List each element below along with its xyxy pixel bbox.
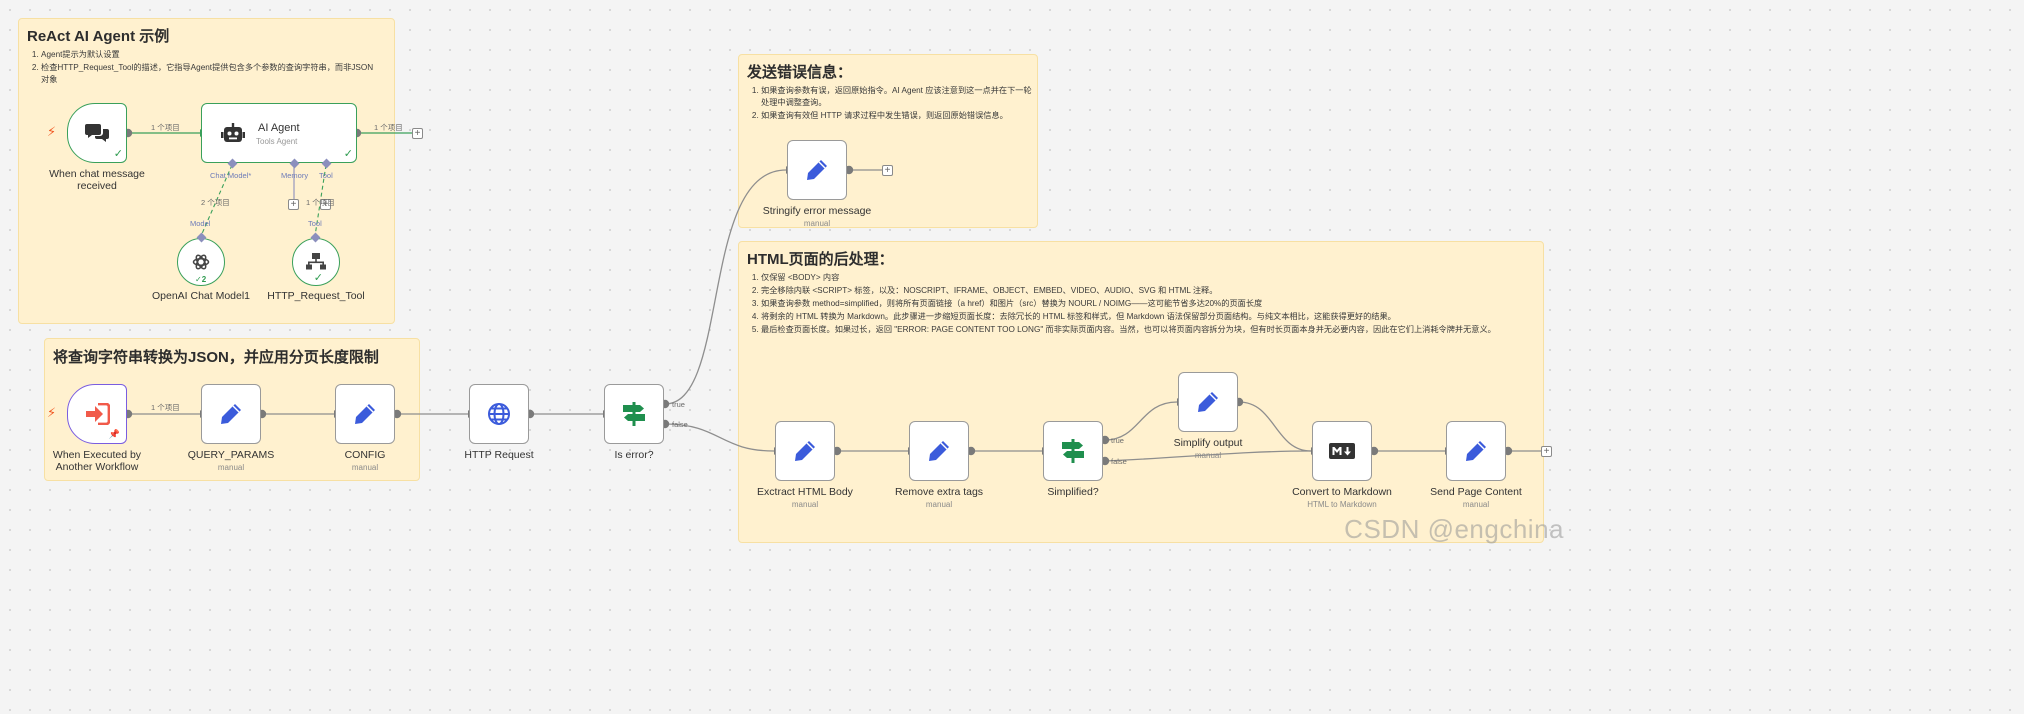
ai-agent-subtitle: Tools Agent xyxy=(256,137,298,146)
node-subtitle: manual xyxy=(351,463,379,472)
chat-bubbles-icon xyxy=(85,124,109,142)
success-count: 2 xyxy=(201,275,207,284)
success-check-icon: ✓ xyxy=(313,272,323,284)
true-output-label: true xyxy=(672,400,685,409)
node-label: CONFIG manual xyxy=(310,449,420,474)
node-label: Convert to Markdown HTML to Markdown xyxy=(1278,486,1406,511)
openai-logo-icon xyxy=(192,254,210,270)
node-title: QUERY_PARAMS xyxy=(187,449,275,461)
model-input-label: Model xyxy=(190,219,211,228)
add-node-button[interactable]: + xyxy=(412,128,423,139)
chat-trigger-node[interactable]: ✓ xyxy=(67,103,127,163)
markdown-icon xyxy=(1329,443,1355,459)
config-node[interactable] xyxy=(335,384,395,444)
signpost-icon xyxy=(623,402,645,426)
node-label: Send Page Content manual xyxy=(1416,486,1536,511)
remove-extra-tags-node[interactable] xyxy=(909,421,969,481)
node-label: OpenAI Chat Model1 xyxy=(151,290,251,302)
add-node-button[interactable]: + xyxy=(882,165,893,176)
simplify-output-node[interactable] xyxy=(1178,372,1238,432)
node-subtitle: manual xyxy=(1194,451,1222,460)
success-count-badge: ✓2 xyxy=(195,275,207,284)
node-title: Send Page Content xyxy=(1430,486,1522,498)
node-subtitle: manual xyxy=(217,463,245,472)
ai-agent-node[interactable]: AI Agent Tools Agent ✓ xyxy=(201,103,357,163)
node-label: Stringify error message manual xyxy=(752,205,882,230)
tool-input-label: Tool xyxy=(308,219,322,228)
stringify-error-node[interactable] xyxy=(787,140,847,200)
node-title: Exctract HTML Body xyxy=(757,486,853,498)
node-subtitle: manual xyxy=(925,500,953,509)
http-request-tool-node[interactable]: ✓ xyxy=(292,238,340,286)
pencil-icon xyxy=(929,441,949,461)
pin-icon: 📌 xyxy=(108,429,120,439)
node-label: Simplify output manual xyxy=(1148,437,1268,462)
trigger-bolt-icon: ⚡ xyxy=(47,405,57,420)
query-params-node[interactable] xyxy=(201,384,261,444)
wire-true-to-simplify xyxy=(1104,401,1178,441)
globe-icon xyxy=(488,403,510,425)
connection-label: 1 个项目 xyxy=(151,123,180,132)
pencil-icon xyxy=(795,441,815,461)
node-label: Exctract HTML Body manual xyxy=(745,486,865,511)
http-request-node[interactable] xyxy=(469,384,529,444)
memory-connector-label: Memory xyxy=(281,171,309,180)
pencil-icon xyxy=(1198,392,1218,412)
node-subtitle: manual xyxy=(1462,500,1490,509)
chat-model-connector-label: Chat Model* xyxy=(210,171,252,180)
tool-connector-label: Tool xyxy=(319,171,333,180)
openai-chat-model-node[interactable]: ✓2 xyxy=(177,238,225,286)
false-output-label: false xyxy=(672,420,688,429)
sign-in-arrow-icon xyxy=(86,403,110,425)
node-label: When chat message received xyxy=(49,168,145,192)
connection-label: 2 个项目 xyxy=(201,198,230,207)
execute-workflow-trigger-node[interactable]: 📌 xyxy=(67,384,127,444)
connection-label: 1 个项目 xyxy=(306,198,335,207)
node-title: CONFIG xyxy=(344,449,386,461)
node-label: Remove extra tags manual xyxy=(879,486,999,511)
simplified-node[interactable] xyxy=(1043,421,1103,481)
pencil-icon xyxy=(807,160,827,180)
is-error-node[interactable] xyxy=(604,384,664,444)
robot-icon xyxy=(221,123,245,142)
trigger-bolt-icon: ⚡ xyxy=(47,124,57,139)
pencil-icon xyxy=(1466,441,1486,461)
node-subtitle: HTML to Markdown xyxy=(1307,500,1377,509)
false-output-label: false xyxy=(1111,457,1127,466)
node-title: Remove extra tags xyxy=(894,486,984,498)
node-title: Simplify output xyxy=(1173,437,1243,449)
node-label: Is error? xyxy=(614,449,654,461)
node-label: QUERY_PARAMS manual xyxy=(176,449,286,474)
node-subtitle: manual xyxy=(791,500,819,509)
node-label: Simplified? xyxy=(1047,486,1099,498)
node-title: Convert to Markdown xyxy=(1292,486,1392,498)
add-node-button[interactable]: + xyxy=(1541,446,1552,457)
node-title: Stringify error message xyxy=(762,205,872,217)
success-check-icon: ✓ xyxy=(113,148,123,160)
convert-to-markdown-node[interactable] xyxy=(1312,421,1372,481)
pencil-icon xyxy=(355,404,375,424)
ai-agent-title: AI Agent xyxy=(258,122,300,134)
watermark: CSDN @engchina xyxy=(1344,514,1564,544)
send-page-content-node[interactable] xyxy=(1446,421,1506,481)
true-output-label: true xyxy=(1111,436,1124,445)
node-label: HTTP Request xyxy=(464,449,534,461)
node-label: When Executed by Another Workflow xyxy=(52,449,142,473)
success-check-icon: ✓ xyxy=(343,148,353,160)
add-memory-button[interactable]: + xyxy=(288,199,299,210)
pencil-icon xyxy=(221,404,241,424)
connection-label: 1 个项目 xyxy=(151,403,180,412)
connection-label: 1 个项目 xyxy=(374,123,403,132)
network-icon xyxy=(306,253,326,270)
node-subtitle: manual xyxy=(803,219,831,228)
signpost-icon xyxy=(1062,439,1084,463)
node-label: HTTP_Request_Tool xyxy=(267,290,365,302)
extract-html-body-node[interactable] xyxy=(775,421,835,481)
